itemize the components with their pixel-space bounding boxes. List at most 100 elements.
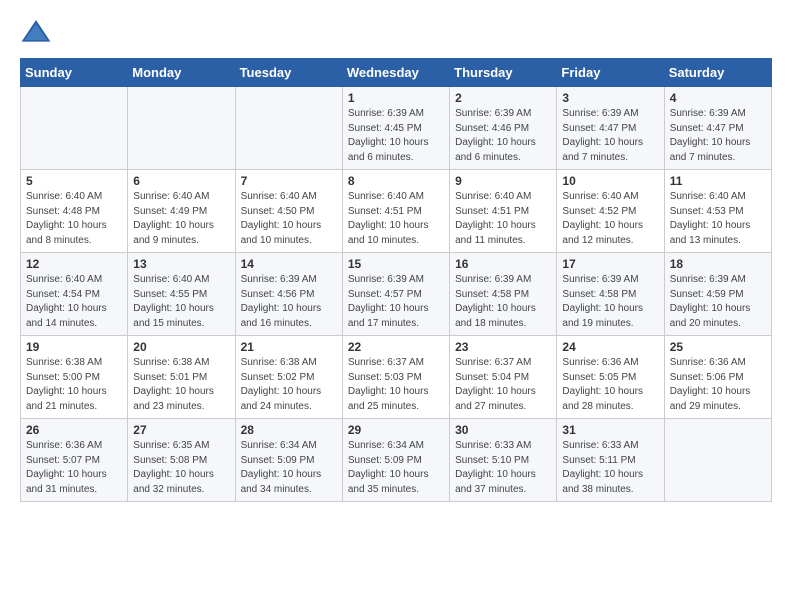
day-number: 1: [348, 91, 445, 105]
day-detail: Sunrise: 6:39 AMSunset: 4:47 PMDaylight:…: [562, 107, 659, 165]
day-detail: Sunrise: 6:40 AMSunset: 4:49 PMDaylight:…: [133, 190, 230, 248]
day-detail: Sunrise: 6:34 AMSunset: 5:09 PMDaylight:…: [348, 439, 445, 497]
day-number: 13: [133, 257, 230, 271]
calendar-cell: 15Sunrise: 6:39 AMSunset: 4:57 PMDayligh…: [342, 253, 449, 336]
weekday-header: Monday: [128, 59, 235, 87]
day-detail: Sunrise: 6:39 AMSunset: 4:56 PMDaylight:…: [241, 273, 338, 331]
day-number: 26: [26, 423, 123, 437]
day-detail: Sunrise: 6:39 AMSunset: 4:59 PMDaylight:…: [670, 273, 767, 331]
day-number: 16: [455, 257, 552, 271]
calendar-cell: 5 Sunrise: 6:40 AMSunset: 4:48 PMDaylight…: [21, 170, 128, 253]
day-detail: Sunrise: 6:40 AMSunset: 4:54 PMDaylight:…: [26, 273, 123, 331]
page: SundayMondayTuesdayWednesdayThursdayFrid…: [0, 0, 792, 518]
weekday-header: Friday: [557, 59, 664, 87]
calendar-cell: 10 Sunrise: 6:40 AMSunset: 4:52 PMDayligh…: [557, 170, 664, 253]
day-number: 6: [133, 174, 230, 188]
calendar-cell: 22Sunrise: 6:37 AMSunset: 5:03 PMDayligh…: [342, 336, 449, 419]
day-number: 11: [670, 174, 767, 188]
day-detail: Sunrise: 6:40 AMSunset: 4:52 PMDaylight:…: [562, 190, 659, 248]
calendar-cell: 25 Sunrise: 6:36 AMSunset: 5:06 PMDayligh…: [664, 336, 771, 419]
day-detail: Sunrise: 6:40 AMSunset: 4:50 PMDaylight:…: [241, 190, 338, 248]
day-number: 10: [562, 174, 659, 188]
day-number: 30: [455, 423, 552, 437]
day-detail: Sunrise: 6:40 AMSunset: 4:53 PMDaylight:…: [670, 190, 767, 248]
calendar-week-row: 26 Sunrise: 6:36 AMSunset: 5:07 PMDayligh…: [21, 419, 772, 502]
calendar-header: SundayMondayTuesdayWednesdayThursdayFrid…: [21, 59, 772, 87]
day-detail: Sunrise: 6:38 AMSunset: 5:00 PMDaylight:…: [26, 356, 123, 414]
calendar-cell: 28 Sunrise: 6:34 AMSunset: 5:09 PMDayligh…: [235, 419, 342, 502]
calendar-cell: 30 Sunrise: 6:33 AMSunset: 5:10 PMDayligh…: [450, 419, 557, 502]
header: [20, 16, 772, 48]
calendar-cell: 6 Sunrise: 6:40 AMSunset: 4:49 PMDaylight…: [128, 170, 235, 253]
calendar-cell: 18 Sunrise: 6:39 AMSunset: 4:59 PMDayligh…: [664, 253, 771, 336]
day-detail: Sunrise: 6:40 AMSunset: 4:51 PMDaylight:…: [455, 190, 552, 248]
day-number: 24: [562, 340, 659, 354]
day-detail: Sunrise: 6:35 AMSunset: 5:08 PMDaylight:…: [133, 439, 230, 497]
calendar-table: SundayMondayTuesdayWednesdayThursdayFrid…: [20, 58, 772, 502]
calendar-cell: 8Sunrise: 6:40 AMSunset: 4:51 PMDaylight…: [342, 170, 449, 253]
calendar-cell: 12 Sunrise: 6:40 AMSunset: 4:54 PMDayligh…: [21, 253, 128, 336]
day-number: 22: [348, 340, 445, 354]
calendar-cell: [128, 87, 235, 170]
calendar-week-row: 5 Sunrise: 6:40 AMSunset: 4:48 PMDaylight…: [21, 170, 772, 253]
day-detail: Sunrise: 6:38 AMSunset: 5:01 PMDaylight:…: [133, 356, 230, 414]
calendar-cell: 3Sunrise: 6:39 AMSunset: 4:47 PMDaylight…: [557, 87, 664, 170]
day-detail: Sunrise: 6:39 AMSunset: 4:46 PMDaylight:…: [455, 107, 552, 165]
calendar-cell: 21Sunrise: 6:38 AMSunset: 5:02 PMDayligh…: [235, 336, 342, 419]
calendar-cell: 4 Sunrise: 6:39 AMSunset: 4:47 PMDaylight…: [664, 87, 771, 170]
day-detail: Sunrise: 6:39 AMSunset: 4:47 PMDaylight:…: [670, 107, 767, 165]
day-detail: Sunrise: 6:36 AMSunset: 5:05 PMDaylight:…: [562, 356, 659, 414]
calendar-week-row: 19 Sunrise: 6:38 AMSunset: 5:00 PMDayligh…: [21, 336, 772, 419]
calendar-cell: 31 Sunrise: 6:33 AMSunset: 5:11 PMDayligh…: [557, 419, 664, 502]
logo: [20, 16, 56, 48]
day-detail: Sunrise: 6:39 AMSunset: 4:58 PMDaylight:…: [562, 273, 659, 331]
calendar-cell: 24 Sunrise: 6:36 AMSunset: 5:05 PMDayligh…: [557, 336, 664, 419]
day-detail: Sunrise: 6:33 AMSunset: 5:10 PMDaylight:…: [455, 439, 552, 497]
weekday-header: Sunday: [21, 59, 128, 87]
day-number: 19: [26, 340, 123, 354]
calendar-week-row: 12 Sunrise: 6:40 AMSunset: 4:54 PMDayligh…: [21, 253, 772, 336]
day-detail: Sunrise: 6:36 AMSunset: 5:07 PMDaylight:…: [26, 439, 123, 497]
day-number: 2: [455, 91, 552, 105]
weekday-header: Saturday: [664, 59, 771, 87]
day-number: 28: [241, 423, 338, 437]
day-number: 25: [670, 340, 767, 354]
calendar-cell: 9 Sunrise: 6:40 AMSunset: 4:51 PMDaylight…: [450, 170, 557, 253]
day-number: 20: [133, 340, 230, 354]
day-number: 15: [348, 257, 445, 271]
calendar-cell: 13 Sunrise: 6:40 AMSunset: 4:55 PMDayligh…: [128, 253, 235, 336]
weekday-header: Thursday: [450, 59, 557, 87]
weekday-row: SundayMondayTuesdayWednesdayThursdayFrid…: [21, 59, 772, 87]
day-detail: Sunrise: 6:40 AMSunset: 4:55 PMDaylight:…: [133, 273, 230, 331]
day-detail: Sunrise: 6:36 AMSunset: 5:06 PMDaylight:…: [670, 356, 767, 414]
day-number: 18: [670, 257, 767, 271]
logo-icon: [20, 16, 52, 48]
calendar-cell: 16 Sunrise: 6:39 AMSunset: 4:58 PMDayligh…: [450, 253, 557, 336]
calendar-cell: 19 Sunrise: 6:38 AMSunset: 5:00 PMDayligh…: [21, 336, 128, 419]
calendar-cell: 27Sunrise: 6:35 AMSunset: 5:08 PMDayligh…: [128, 419, 235, 502]
calendar-week-row: 1 Sunrise: 6:39 AMSunset: 4:45 PMDaylight…: [21, 87, 772, 170]
day-number: 7: [241, 174, 338, 188]
day-number: 21: [241, 340, 338, 354]
day-number: 31: [562, 423, 659, 437]
day-number: 9: [455, 174, 552, 188]
day-detail: Sunrise: 6:34 AMSunset: 5:09 PMDaylight:…: [241, 439, 338, 497]
day-number: 12: [26, 257, 123, 271]
calendar-cell: [235, 87, 342, 170]
calendar-cell: [21, 87, 128, 170]
calendar-cell: 14Sunrise: 6:39 AMSunset: 4:56 PMDayligh…: [235, 253, 342, 336]
calendar-body: 1 Sunrise: 6:39 AMSunset: 4:45 PMDaylight…: [21, 87, 772, 502]
calendar-cell: 1 Sunrise: 6:39 AMSunset: 4:45 PMDaylight…: [342, 87, 449, 170]
calendar-cell: 17Sunrise: 6:39 AMSunset: 4:58 PMDayligh…: [557, 253, 664, 336]
calendar-cell: 29Sunrise: 6:34 AMSunset: 5:09 PMDayligh…: [342, 419, 449, 502]
day-detail: Sunrise: 6:37 AMSunset: 5:04 PMDaylight:…: [455, 356, 552, 414]
calendar-cell: 7 Sunrise: 6:40 AMSunset: 4:50 PMDaylight…: [235, 170, 342, 253]
day-number: 4: [670, 91, 767, 105]
day-number: 5: [26, 174, 123, 188]
calendar-cell: 2 Sunrise: 6:39 AMSunset: 4:46 PMDaylight…: [450, 87, 557, 170]
day-detail: Sunrise: 6:39 AMSunset: 4:58 PMDaylight:…: [455, 273, 552, 331]
day-number: 8: [348, 174, 445, 188]
day-detail: Sunrise: 6:39 AMSunset: 4:45 PMDaylight:…: [348, 107, 445, 165]
day-detail: Sunrise: 6:40 AMSunset: 4:48 PMDaylight:…: [26, 190, 123, 248]
day-detail: Sunrise: 6:33 AMSunset: 5:11 PMDaylight:…: [562, 439, 659, 497]
